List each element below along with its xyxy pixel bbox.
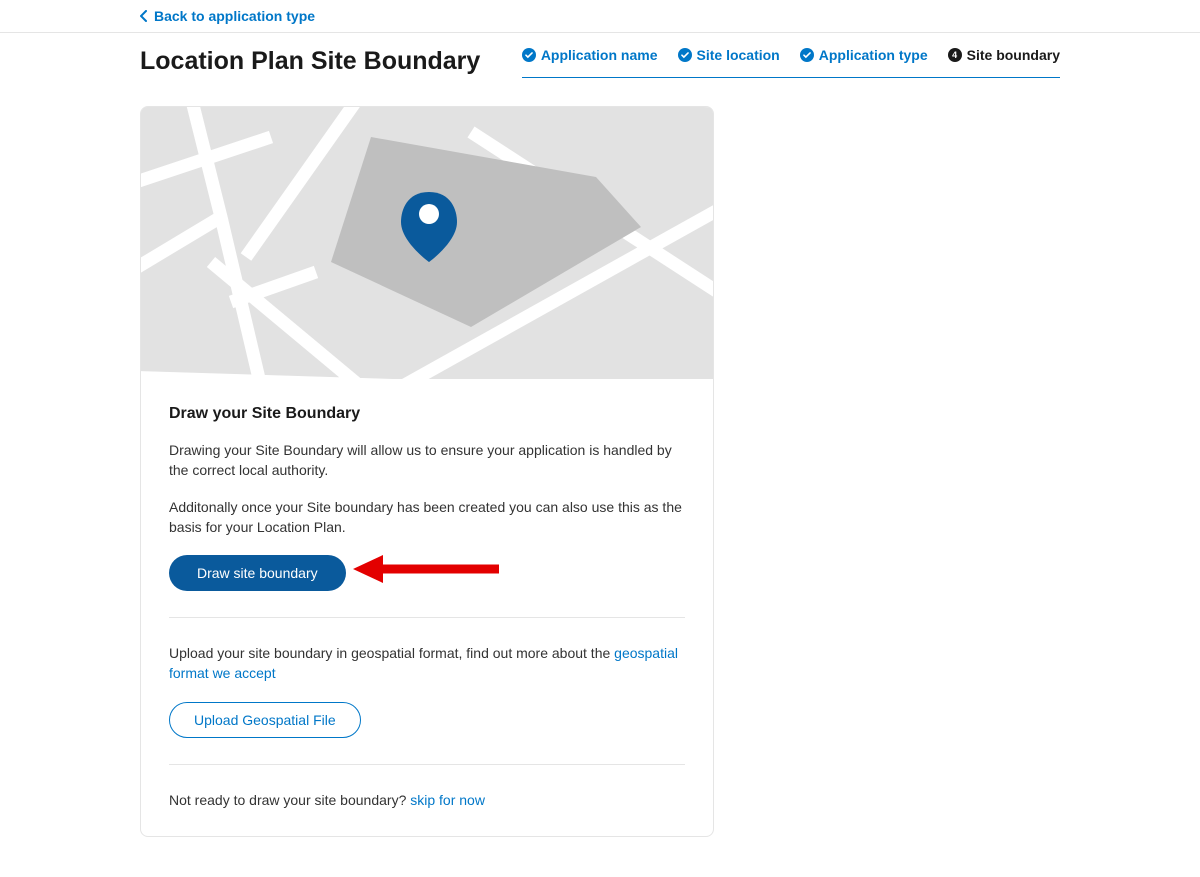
check-circle-icon	[800, 48, 814, 62]
skip-intro-text: Not ready to draw your site boundary?	[169, 792, 410, 808]
step-application-type[interactable]: Application type	[800, 47, 928, 63]
step-label: Application type	[819, 47, 928, 63]
site-boundary-card: Draw your Site Boundary Drawing your Sit…	[140, 106, 714, 837]
section-title: Draw your Site Boundary	[169, 405, 685, 423]
description-2: Additonally once your Site boundary has …	[169, 498, 685, 537]
back-label: Back to application type	[154, 8, 315, 24]
upload-intro-text: Upload your site boundary in geospatial …	[169, 645, 614, 661]
draw-site-boundary-button[interactable]: Draw site boundary	[169, 555, 346, 591]
divider	[169, 764, 685, 765]
annotation-arrow-icon	[349, 549, 499, 589]
step-label: Application name	[541, 47, 658, 63]
back-link[interactable]: Back to application type	[0, 0, 1200, 33]
description-1: Drawing your Site Boundary will allow us…	[169, 441, 685, 480]
upload-geospatial-button[interactable]: Upload Geospatial File	[169, 702, 361, 738]
chevron-left-icon	[140, 10, 148, 22]
progress-steps: Application name Site location Applicati…	[522, 47, 1060, 78]
check-circle-icon	[678, 48, 692, 62]
check-circle-icon	[522, 48, 536, 62]
step-label: Site location	[697, 47, 780, 63]
map-illustration	[141, 107, 714, 379]
skip-for-now-link[interactable]: skip for now	[410, 792, 485, 808]
map-placeholder	[141, 107, 713, 379]
step-number-badge: 4	[948, 48, 962, 62]
step-label: Site boundary	[967, 47, 1060, 63]
upload-intro: Upload your site boundary in geospatial …	[169, 644, 685, 683]
step-application-name[interactable]: Application name	[522, 47, 658, 63]
step-site-location[interactable]: Site location	[678, 47, 780, 63]
step-site-boundary[interactable]: 4 Site boundary	[948, 47, 1060, 63]
page-title: Location Plan Site Boundary	[140, 47, 480, 76]
skip-row: Not ready to draw your site boundary? sk…	[169, 791, 685, 811]
divider	[169, 617, 685, 618]
